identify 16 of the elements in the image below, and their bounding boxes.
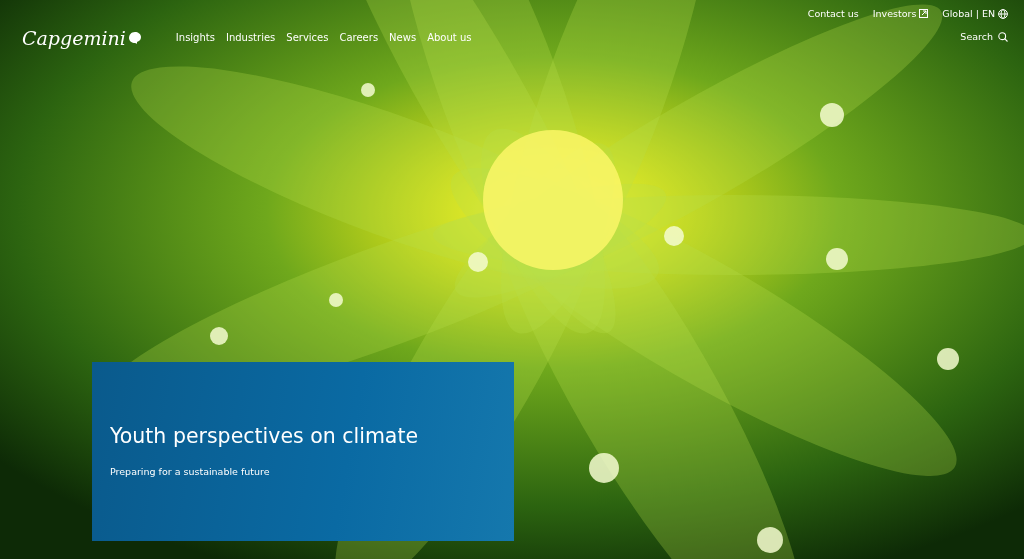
nav-link[interactable]: Industries (225, 32, 276, 43)
nav-link[interactable]: News (389, 32, 417, 43)
hero-subtitle: Preparing for a sustainable future (110, 466, 270, 477)
nav-link[interactable]: Insights (175, 32, 215, 43)
hero-title: Youth perspectives on climate (110, 424, 419, 448)
nav-link[interactable]: Careers (339, 32, 379, 43)
utility-link[interactable]: Global | EN (942, 8, 1008, 19)
search-icon (998, 31, 1008, 42)
hero-card[interactable]: Youth perspectives on climate Preparing for a sustainable future (92, 362, 514, 541)
nav-link[interactable]: Services (286, 32, 329, 43)
logo-wordmark[interactable]: Capgemini (22, 27, 126, 49)
external-link-icon (919, 9, 929, 18)
utility-link[interactable]: Investors (872, 8, 929, 19)
utility-link[interactable]: Contact us (807, 8, 859, 19)
globe-icon (998, 8, 1008, 19)
search-button[interactable]: Search (960, 31, 1008, 42)
